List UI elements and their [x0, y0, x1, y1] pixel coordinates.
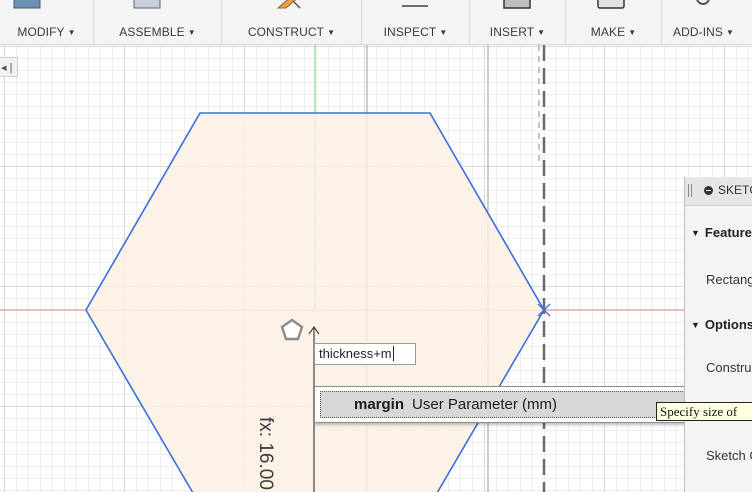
construct-icon [276, 0, 301, 9]
chevron-down-icon: ▼ [537, 28, 546, 37]
autocomplete-item-margin[interactable]: margin User Parameter (mm) [320, 391, 699, 418]
hexagon-profile[interactable] [85, 112, 545, 492]
insert-icon [503, 0, 531, 9]
palette-section-feature-options[interactable]: ▼ Feature Options [691, 225, 752, 240]
add-ins-icon [696, 0, 710, 5]
toolbar-add-ins-label: ADD-INS [673, 25, 724, 39]
chevron-down-icon: ▼ [187, 28, 196, 37]
triangle-down-icon: ▼ [691, 228, 700, 238]
toolbar-inspect[interactable]: INSPECT ▼ [362, 0, 470, 44]
palette-item-construction[interactable]: Construction [706, 360, 752, 375]
chevron-down-icon: ▼ [628, 28, 637, 37]
dimension-value-label: fx: 16.00 [255, 417, 276, 490]
triangle-down-icon: ▼ [691, 320, 700, 330]
toolbar-make[interactable]: MAKE ▼ [566, 0, 662, 44]
palette-section-label: Feature Options [704, 225, 752, 240]
sketch-geometry [0, 45, 752, 492]
toolbar-modify-label: MODIFY [17, 25, 65, 39]
autocomplete-item-detail: User Parameter (mm) [412, 396, 558, 413]
make-icon [597, 0, 625, 9]
assemble-icon [133, 0, 161, 9]
palette-item-sketch-grid[interactable]: Sketch Grid [706, 448, 752, 463]
toolbar: MODIFY ▼ ASSEMBLE ▼ CONSTRUCT ▼ INSPECT ▼ IN… [0, 0, 752, 45]
autocomplete-dropdown: margin User Parameter (mm) [314, 386, 703, 423]
toolbar-modify[interactable]: MODIFY ▼ [0, 0, 94, 44]
collapse-circle-icon[interactable] [704, 186, 713, 195]
toolbar-add-ins[interactable]: ADD-INS ▼ [662, 0, 752, 44]
tooltip: Specify size of [656, 402, 752, 421]
autocomplete-item-name: margin [354, 396, 405, 413]
toolbar-insert-label: INSERT [489, 25, 535, 39]
dimension-input-value: thickness+m [319, 346, 392, 361]
palette-section-options[interactable]: ▼ Options [691, 317, 752, 332]
toolbar-make-label: MAKE [590, 25, 626, 39]
toolbar-construct[interactable]: CONSTRUCT ▼ [222, 0, 362, 44]
toolbar-assemble[interactable]: ASSEMBLE ▼ [94, 0, 222, 44]
toolbar-construct-label: CONSTRUCT [247, 25, 325, 39]
drag-handle-icon[interactable] [688, 184, 692, 197]
chevron-down-icon: ▼ [439, 28, 448, 37]
modify-icon [13, 0, 41, 9]
chevron-down-icon: ▼ [726, 28, 735, 37]
inspect-icon [402, 5, 428, 7]
dimension-input[interactable]: thickness+m [314, 343, 416, 365]
canvas-collapse-control[interactable]: ◂ | [0, 57, 18, 77]
sketch-palette-title: SKETCH PALETTE [718, 183, 752, 197]
palette-item-rectangle[interactable]: Rectangle [706, 272, 752, 287]
toolbar-assemble-label: ASSEMBLE [119, 25, 185, 39]
toolbar-inspect-label: INSPECT [383, 25, 437, 39]
palette-section-label: Options [704, 317, 752, 332]
chevron-down-icon: ▼ [327, 28, 336, 37]
sketch-palette: SKETCH PALETTE ▼ Feature Options Rectangl… [684, 177, 752, 492]
toolbar-insert[interactable]: INSERT ▼ [470, 0, 566, 44]
chevron-down-icon: ▼ [67, 28, 76, 37]
sketch-canvas[interactable]: ◂ | fx: 16.00 thickness+m margin User Par… [0, 45, 752, 492]
sketch-palette-header[interactable]: SKETCH PALETTE [685, 177, 752, 206]
text-cursor [392, 346, 394, 361]
